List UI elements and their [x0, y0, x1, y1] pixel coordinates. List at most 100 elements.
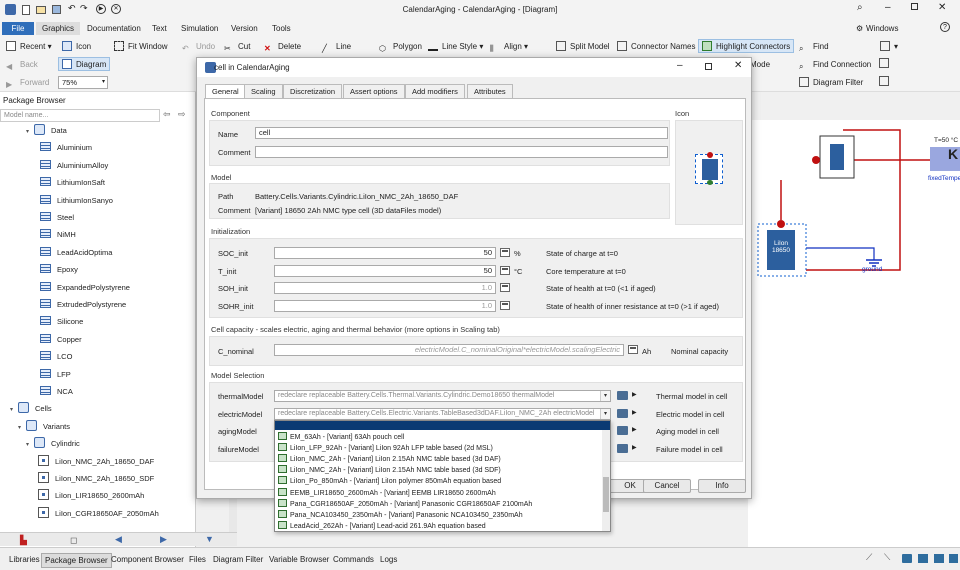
status-icon-5[interactable] — [934, 554, 944, 563]
model-selection-combo[interactable]: redeclare replaceable Battery.Cells.Ther… — [274, 390, 611, 402]
dropdown-option[interactable]: Pana_NCA103450_2350mAh - [Variant] Panas… — [275, 509, 610, 521]
align-button[interactable]: ⫼ Align ▾ — [490, 40, 528, 54]
expand-arrow-icon[interactable]: ▾ — [18, 420, 26, 437]
dropdown-option[interactable]: LiIon_Po_850mAh - [Variant] LiIon polyme… — [275, 476, 610, 487]
expand-icon[interactable]: ▶ — [632, 409, 637, 416]
nav-forward-icon[interactable]: ⇨ — [178, 109, 186, 120]
menu-file[interactable]: File — [2, 22, 34, 35]
dropdown-option[interactable]: Pana_CGR18650AF_2050mAh - [Variant] Pana… — [275, 498, 610, 510]
table-icon[interactable] — [879, 76, 889, 86]
mode-button[interactable]: Mode — [750, 58, 770, 72]
tree-record-item[interactable]: Silicone — [40, 313, 83, 330]
param-edit-icon[interactable] — [500, 248, 510, 257]
menu-version[interactable]: Version — [225, 22, 264, 35]
zoom-select[interactable]: 75% ▾ — [58, 76, 108, 89]
model-selection-combo[interactable]: redeclare replaceable Battery.Cells.Elec… — [274, 408, 611, 420]
tree-action-icon-5[interactable]: ▼ — [205, 534, 214, 544]
recent-button[interactable]: Recent ▾ — [6, 40, 52, 54]
param-edit-icon[interactable] — [500, 283, 510, 292]
tab-add-modifiers[interactable]: Add modifiers — [405, 84, 465, 98]
cut-button[interactable]: ✂ Cut — [224, 40, 250, 54]
connector-names-button[interactable]: Connector Names — [617, 40, 695, 54]
dropdown-selected-row[interactable] — [275, 421, 610, 430]
tree-package-item[interactable]: ▾ Cells — [10, 400, 52, 417]
dropdown-option[interactable]: LiIon_NMC_2Ah - [Variant] LiIon 2.15Ah N… — [275, 454, 610, 465]
tree-record-item[interactable]: ExtrudedPolystyrene — [40, 296, 126, 313]
name-input[interactable]: cell — [255, 127, 668, 139]
layout-selector[interactable]: Windows — [860, 22, 904, 35]
dropdown-option[interactable]: EM_63Ah - [Variant] 63Ah pouch cell — [275, 432, 610, 443]
tree-record-item[interactable]: Aluminium — [40, 139, 92, 156]
tab-diagram-filter[interactable]: Diagram Filter — [210, 553, 266, 566]
cnominal-input[interactable]: electricModel.C_nominalOriginal*electric… — [274, 344, 624, 356]
tab-files[interactable]: Files — [186, 553, 209, 566]
cancel-button[interactable]: Cancel — [643, 479, 691, 493]
tree-record-item[interactable]: LithiumIonSanyo — [40, 192, 113, 209]
tree-record-item[interactable]: LFP — [40, 366, 71, 383]
diagram-canvas[interactable]: LiIon 18650 K T=50 °C fixedTempe ground — [748, 120, 960, 547]
status-icon-2[interactable]: ⟍ — [884, 552, 890, 563]
menu-simulation[interactable]: Simulation — [175, 22, 224, 35]
delete-button[interactable]: ✕ Delete — [264, 40, 301, 54]
tab-attributes[interactable]: Attributes — [467, 84, 513, 98]
search-icon[interactable]: ⌕ — [857, 2, 863, 13]
status-icon-6[interactable] — [949, 554, 958, 563]
menu-documentation[interactable]: Documentation — [81, 22, 147, 35]
undo-button[interactable]: ↶ Undo — [182, 40, 215, 54]
tree-class-item[interactable]: LiIon_NMC_2Ah_18650_SDF — [38, 470, 154, 487]
tree-record-item[interactable]: Steel — [40, 209, 74, 226]
electric-model-dropdown-list[interactable]: EM_63Ah - [Variant] 63Ah pouch cell LiIon… — [274, 420, 611, 532]
param-value-input[interactable]: 1.0 — [274, 300, 496, 312]
tree-record-item[interactable]: Epoxy — [40, 261, 78, 278]
split-model-button[interactable]: Split Model — [556, 40, 610, 54]
expand-icon[interactable]: ▶ — [632, 391, 637, 398]
dropdown-option[interactable]: EEMB_LIR18650_2600mAh - [Variant] EEMB L… — [275, 487, 610, 499]
diagram-filter-button[interactable]: Diagram Filter — [799, 76, 863, 90]
tab-logs[interactable]: Logs — [377, 553, 400, 566]
info-button[interactable]: Info — [698, 479, 746, 493]
dropdown-arrow-icon[interactable]: ▾ — [600, 391, 610, 401]
cnominal-edit-icon[interactable] — [628, 345, 638, 354]
model-name-input[interactable]: Model name... — [0, 109, 160, 122]
tab-package-browser[interactable]: Package Browser — [41, 553, 112, 568]
dropdown-arrow-icon[interactable]: ▾ — [600, 409, 610, 419]
edit-menu-icon[interactable] — [617, 444, 628, 453]
param-edit-icon[interactable] — [500, 266, 510, 275]
maximize-button[interactable] — [911, 3, 918, 10]
polygon-button[interactable]: ⬡ Polygon — [379, 40, 422, 54]
help-icon[interactable]: ? — [940, 22, 950, 32]
tree-package-item[interactable]: ▾ Variants — [18, 418, 70, 435]
comment-input[interactable] — [255, 146, 668, 158]
param-edit-icon[interactable] — [500, 301, 510, 310]
find-connection-button[interactable]: ⌕ Find Connection — [799, 58, 871, 72]
param-value-input[interactable]: 50 — [274, 265, 496, 277]
tree-action-icon-1[interactable]: ▙ — [20, 535, 27, 546]
expand-arrow-icon[interactable]: ▾ — [10, 402, 18, 419]
dropdown-option[interactable]: LeadAcid_262Ah - [Variant] Lead-acid 261… — [275, 520, 610, 531]
tab-scaling[interactable]: Scaling — [244, 84, 283, 98]
status-icon-4[interactable] — [918, 554, 928, 563]
menu-graphics[interactable]: Graphics — [36, 22, 81, 35]
expand-arrow-icon[interactable]: ▾ — [26, 437, 34, 454]
minimize-button[interactable]: – — [885, 2, 891, 13]
menu-tools[interactable]: Tools — [266, 22, 297, 35]
nav-back-icon[interactable]: ⇦ — [163, 109, 171, 120]
find-button[interactable]: ⌕ Find — [799, 40, 829, 54]
tab-component-browser[interactable]: Component Browser — [108, 553, 187, 566]
dropdown-scroll-thumb[interactable] — [603, 477, 609, 512]
tree-action-icon-4[interactable]: ▶ — [160, 534, 167, 545]
line-style-button[interactable]: Line Style ▾ — [428, 40, 483, 54]
tree-record-item[interactable]: LeadAcidOptima — [40, 244, 112, 261]
tree-package-item[interactable]: ▾ Cylindric — [26, 435, 80, 452]
forward-button[interactable]: ▶ Forward — [6, 76, 49, 90]
tab-discretization[interactable]: Discretization — [283, 84, 343, 98]
back-button[interactable]: ◀ Back — [6, 58, 38, 72]
tree-action-icon-2[interactable]: ◻ — [70, 535, 77, 546]
edit-menu-icon[interactable] — [617, 409, 628, 418]
status-icon-3[interactable] — [902, 554, 912, 563]
tree-package-item[interactable]: ▾ Data — [26, 122, 67, 139]
expand-icon[interactable]: ▶ — [632, 444, 637, 451]
edit-menu-icon[interactable] — [617, 391, 628, 400]
tree-class-item[interactable]: LiIon_NMC_2Ah_18650_DAF — [38, 453, 154, 470]
status-icon-1[interactable]: ⟋ — [866, 552, 872, 563]
